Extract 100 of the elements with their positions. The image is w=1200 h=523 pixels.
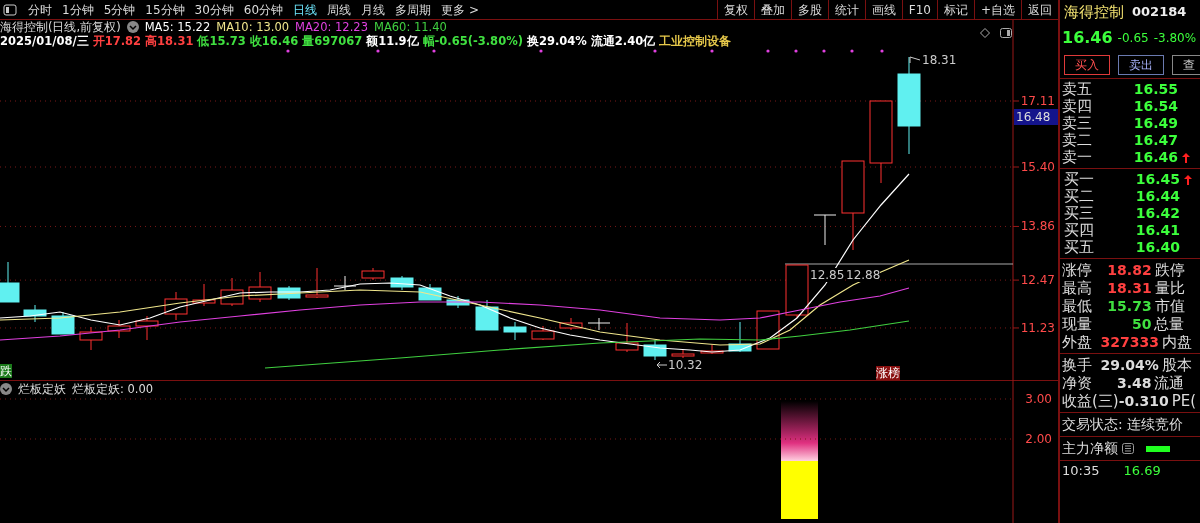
- signal-dot: [653, 49, 657, 53]
- diamond-icon: [980, 28, 990, 38]
- candlestick: [135, 315, 159, 341]
- tick-price: 16.69: [1123, 461, 1161, 480]
- toolbar-button[interactable]: 画线: [864, 0, 902, 20]
- list-icon[interactable]: [1122, 443, 1134, 454]
- chevron-down-icon: [0, 383, 12, 395]
- chart-title: 海得控制(日线,前复权): [0, 20, 121, 34]
- moving-average-value: MA60: 11.40: [373, 20, 447, 34]
- period-tab[interactable]: 60分钟: [238, 0, 289, 19]
- low-price-label: 10.32: [668, 358, 703, 372]
- toolbar-button[interactable]: 统计: [827, 0, 865, 20]
- candlestick: [248, 271, 272, 303]
- order-level-label: 卖四: [1062, 96, 1093, 116]
- stat-value: -0.310: [1118, 391, 1169, 411]
- toolbar-button[interactable]: 多股: [790, 0, 828, 20]
- candlestick: [390, 275, 414, 291]
- toolbar-button[interactable]: F10: [901, 0, 937, 20]
- signal-dot: [539, 49, 543, 53]
- order-level-label: 卖二: [1062, 130, 1093, 150]
- panel-toggle-icon[interactable]: [3, 3, 17, 16]
- candlestick: [446, 295, 470, 309]
- order-level-label: 卖五: [1062, 79, 1093, 99]
- order-level-label: 卖三: [1062, 113, 1093, 133]
- candlestick: [220, 277, 244, 307]
- candlestick: [107, 319, 131, 339]
- stat-label: 涨停: [1062, 259, 1093, 280]
- pointer-arrow-icon: [656, 361, 668, 369]
- toolbar-button[interactable]: 复权: [716, 0, 754, 20]
- period-tab[interactable]: 月线: [356, 0, 391, 19]
- candlestick: [192, 283, 216, 307]
- period-tab[interactable]: 日线: [288, 0, 323, 19]
- order-level-label: 卖一: [1062, 147, 1093, 169]
- stock-code: 002184: [1132, 3, 1187, 22]
- toolbar-button[interactable]: +自选: [973, 0, 1021, 20]
- period-tab[interactable]: 15分钟: [140, 0, 190, 19]
- moving-average-value: MA10: 13.00: [216, 20, 290, 34]
- price-axis-label: 13.86: [1020, 219, 1055, 234]
- toolbar-button[interactable]: 返回: [1021, 0, 1058, 20]
- panel-toggle-icon: [1000, 28, 1012, 38]
- quote-value: 收16.46: [249, 34, 299, 48]
- stat-value: 18.82: [1107, 260, 1152, 280]
- signal-dot: [794, 49, 798, 53]
- moving-average-value: MA5: 15.22: [144, 20, 211, 34]
- candlestick: [700, 344, 724, 355]
- signal-dot: [376, 49, 380, 53]
- indicator-axis-label: 3.00: [1025, 392, 1052, 406]
- order-price: 16.46: [1132, 148, 1178, 167]
- pointer-arrow-icon: [909, 56, 921, 64]
- tick-time: 10:35: [1062, 461, 1100, 480]
- period-tab[interactable]: 5分钟: [98, 0, 141, 19]
- stat-label: 跌停: [1154, 259, 1186, 280]
- stat-value: 18.31: [1107, 278, 1152, 298]
- price-axis-label: 15.40: [1020, 160, 1055, 174]
- quote-value: 低15.73: [197, 34, 246, 48]
- high-price-label: 18.31: [922, 53, 957, 67]
- candlestick: [785, 264, 809, 319]
- order-level-label: 买五: [1064, 237, 1095, 259]
- stat-label: 量比: [1154, 277, 1186, 298]
- candlestick: [305, 267, 329, 299]
- candlestick: [164, 291, 188, 321]
- indicator-reading: 烂板定妖: 0.00: [72, 382, 154, 396]
- candlestick: [79, 326, 103, 351]
- candlestick: [333, 275, 357, 291]
- toolbar-button[interactable]: 叠加: [753, 0, 791, 20]
- candlestick: [813, 214, 837, 246]
- price-axis-label: 12.47: [1020, 273, 1055, 288]
- stock-name: 海得控制: [1064, 1, 1124, 23]
- indicator-axis-label: 2.00: [1025, 432, 1052, 446]
- order-price: 16.54: [1132, 97, 1178, 116]
- candlestick: [503, 321, 527, 341]
- quote-value: 2025/01/08/三: [0, 34, 89, 48]
- period-tab[interactable]: 更多 >: [436, 0, 484, 19]
- candlestick: [23, 304, 47, 323]
- fall-badge: 跌: [0, 364, 12, 378]
- stat-value: 15.73: [1107, 296, 1152, 316]
- candlestick: [361, 267, 385, 281]
- stat-label: 内盘: [1161, 331, 1193, 353]
- candlestick: [0, 261, 20, 303]
- trade-status: 交易状态: 连续竞价: [1062, 415, 1184, 434]
- order-price: 16.42: [1134, 204, 1180, 223]
- candlestick: [475, 299, 499, 331]
- period-tab[interactable]: 多周期: [390, 0, 437, 19]
- order-level-label: 买二: [1064, 186, 1095, 206]
- period-tab[interactable]: 30分钟: [189, 0, 239, 19]
- buy-button[interactable]: 买入: [1064, 55, 1110, 75]
- indicator-name: 烂板定妖: [18, 382, 66, 396]
- other-button[interactable]: 查: [1172, 55, 1200, 75]
- order-price: 16.55: [1132, 80, 1178, 99]
- sell-button[interactable]: 卖出: [1118, 55, 1164, 75]
- quote-value: 量697067: [302, 34, 363, 48]
- quote-value: 工业控制设备: [659, 34, 732, 48]
- rise-badge: 涨榜: [876, 366, 900, 380]
- candlestick: [728, 321, 752, 353]
- toolbar-button[interactable]: 标记: [936, 0, 974, 20]
- period-tab[interactable]: 1分钟: [57, 0, 99, 19]
- candlestick: [277, 285, 301, 301]
- period-tab[interactable]: 分时: [23, 0, 57, 19]
- period-tab[interactable]: 周线: [322, 0, 357, 19]
- net-flow-bar: [1146, 445, 1170, 452]
